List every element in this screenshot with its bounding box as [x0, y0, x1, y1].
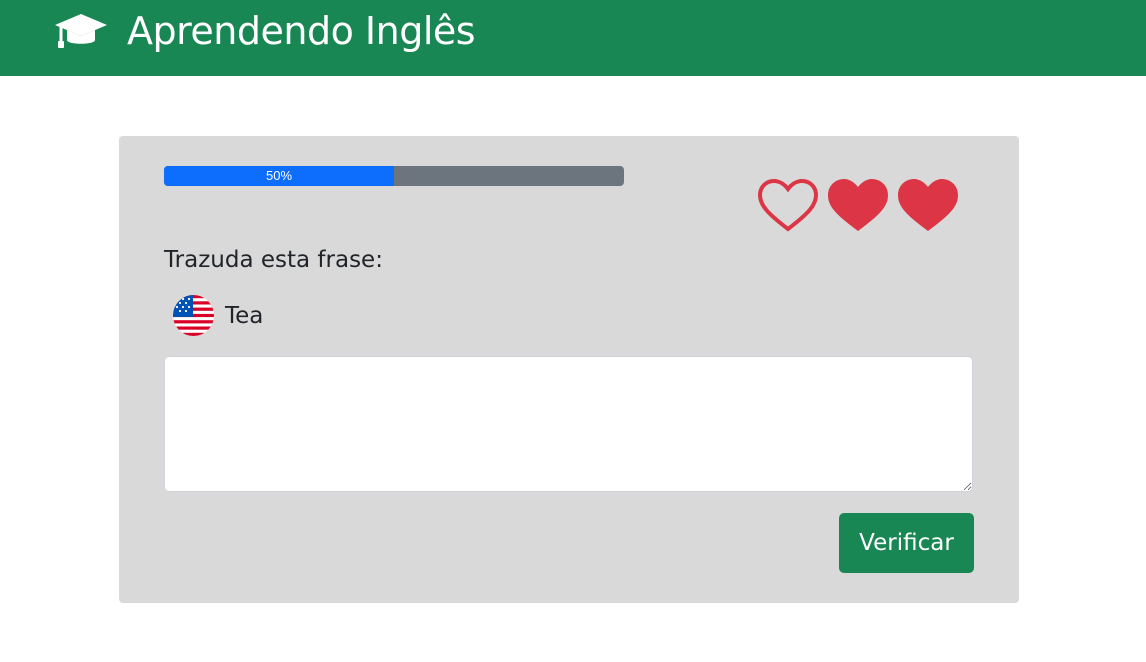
- exercise-card: 50% Trazuda esta frase: Tea Verificar: [119, 136, 1019, 603]
- lives-indicator: [757, 178, 959, 234]
- navbar: Aprendendo Inglês: [0, 0, 1146, 76]
- verify-button[interactable]: Verificar: [839, 513, 974, 573]
- heart-filled-icon: [898, 179, 958, 231]
- app-title[interactable]: Aprendendo Inglês: [127, 8, 476, 54]
- progress-fill: 50%: [164, 166, 394, 186]
- phrase-to-translate: Tea: [173, 295, 263, 336]
- progress-bar: 50%: [164, 166, 624, 186]
- prompt-label: Trazuda esta frase:: [164, 247, 383, 273]
- graduation-cap-icon: [54, 12, 108, 50]
- heart-filled-icon: [828, 179, 888, 231]
- us-flag-icon: [173, 295, 214, 336]
- heart-outline-icon: [757, 178, 819, 232]
- answer-textarea[interactable]: [164, 356, 973, 492]
- phrase-text: Tea: [225, 302, 264, 329]
